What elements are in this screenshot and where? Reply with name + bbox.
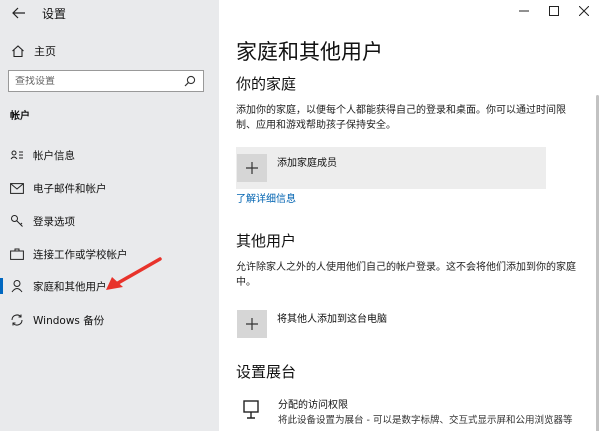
sidebar-item-account-info[interactable]: 帐户信息 (0, 141, 219, 169)
sidebar-item-family-users[interactable]: 家庭和其他用户 (0, 272, 219, 300)
other-users-heading: 其他用户 (236, 232, 297, 250)
learn-more-link[interactable]: 了解详细信息 (236, 190, 296, 205)
add-other-user-button[interactable]: 将其他人添加到这台电脑 (236, 303, 546, 345)
plus-icon (237, 310, 267, 338)
briefcase-icon (9, 246, 25, 262)
assigned-access-title: 分配的访问权限 (278, 400, 348, 411)
sidebar-item-windows-backup[interactable]: Windows 备份 (0, 306, 219, 334)
sidebar-item-label: Windows 备份 (33, 314, 105, 327)
minimize-icon[interactable] (516, 4, 532, 18)
sync-icon (9, 312, 25, 328)
search-icon[interactable] (183, 74, 197, 88)
scrollbar-thumb[interactable] (596, 95, 599, 431)
sidebar-item-label: 连接工作或学校帐户 (33, 248, 128, 261)
section-label: 帐户 (10, 111, 30, 122)
mail-icon (9, 180, 25, 196)
add-family-member-label: 添加家庭成员 (277, 158, 337, 169)
assigned-access-item[interactable]: 分配的访问权限 将此设备设置为展台 - 可以是数字标牌、交互式显示屏和公用浏览器… (236, 396, 576, 431)
assigned-access-description: 将此设备设置为展台 - 可以是数字标牌、交互式显示屏和公用浏览器等 (278, 415, 573, 426)
home-nav-item[interactable]: 主页 (0, 40, 219, 62)
kiosk-monitor-icon (236, 396, 266, 431)
add-other-user-label: 将其他人添加到这台电脑 (277, 314, 387, 325)
page-title: 家庭和其他用户 (236, 40, 383, 64)
sidebar-item-label: 帐户信息 (33, 149, 75, 162)
sidebar-item-label: 登录选项 (33, 215, 75, 228)
search-input[interactable] (15, 75, 183, 87)
other-users-description: 允许除家人之外的人使用他们自己的帐户登录。这不会将他们添加到你的家庭中。 (236, 262, 576, 288)
scrollbar[interactable] (595, 25, 600, 431)
add-family-member-button[interactable]: 添加家庭成员 (236, 147, 546, 189)
back-arrow-icon[interactable] (9, 4, 29, 22)
sidebar-item-label: 家庭和其他用户 (33, 280, 107, 293)
sidebar-item-work-school[interactable]: 连接工作或学校帐户 (0, 240, 219, 268)
app-title: 设置 (42, 7, 67, 21)
home-label: 主页 (34, 45, 56, 58)
close-icon[interactable] (576, 4, 592, 18)
maximize-icon[interactable] (546, 4, 562, 18)
plus-icon (237, 154, 267, 182)
kiosk-heading: 设置展台 (236, 363, 297, 381)
search-box[interactable] (8, 70, 204, 92)
home-icon (10, 44, 26, 58)
sidebar-item-email-accounts[interactable]: 电子邮件和帐户 (0, 174, 219, 202)
key-icon (9, 213, 25, 229)
family-description: 添加你的家庭，以便每个人都能获得自己的登录和桌面。你可以通过时间限制、应用和游戏… (236, 105, 566, 131)
family-heading: 你的家庭 (236, 75, 297, 93)
person-card-icon (9, 147, 25, 163)
settings-window: 设置 主页 帐户 帐户信息 电子邮件和帐户 (0, 0, 600, 431)
sidebar-item-label: 电子邮件和帐户 (33, 182, 107, 195)
sidebar: 设置 主页 帐户 帐户信息 电子邮件和帐户 (0, 0, 219, 431)
main-content: 家庭和其他用户 你的家庭 添加你的家庭，以便每个人都能获得自己的登录和桌面。你可… (219, 0, 600, 431)
person-icon (9, 278, 25, 294)
sidebar-item-sign-in-options[interactable]: 登录选项 (0, 207, 219, 235)
